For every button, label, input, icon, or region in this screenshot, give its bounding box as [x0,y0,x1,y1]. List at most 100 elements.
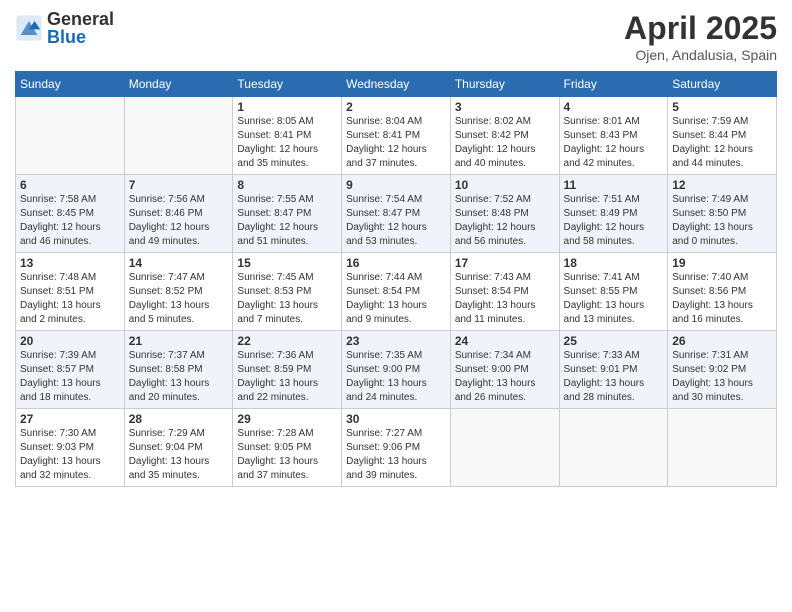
calendar-cell: 10Sunrise: 7:52 AM Sunset: 8:48 PM Dayli… [450,175,559,253]
day-number: 30 [346,412,446,426]
calendar-cell: 28Sunrise: 7:29 AM Sunset: 9:04 PM Dayli… [124,409,233,487]
col-thursday: Thursday [450,72,559,97]
day-info: Sunrise: 7:44 AM Sunset: 8:54 PM Dayligh… [346,271,446,327]
calendar-cell: 3Sunrise: 8:02 AM Sunset: 8:42 PM Daylig… [450,97,559,175]
day-number: 15 [237,256,337,270]
calendar-week-row: 27Sunrise: 7:30 AM Sunset: 9:03 PM Dayli… [16,409,777,487]
day-info: Sunrise: 8:02 AM Sunset: 8:42 PM Dayligh… [455,115,555,171]
day-number: 2 [346,100,446,114]
day-number: 20 [20,334,120,348]
day-info: Sunrise: 7:28 AM Sunset: 9:05 PM Dayligh… [237,427,337,483]
logo-text: General Blue [47,10,114,46]
day-info: Sunrise: 7:31 AM Sunset: 9:02 PM Dayligh… [672,349,772,405]
calendar-cell: 4Sunrise: 8:01 AM Sunset: 8:43 PM Daylig… [559,97,668,175]
calendar-cell [668,409,777,487]
col-wednesday: Wednesday [342,72,451,97]
header-row: Sunday Monday Tuesday Wednesday Thursday… [16,72,777,97]
day-number: 8 [237,178,337,192]
logo-blue-text: Blue [47,28,114,46]
day-info: Sunrise: 7:52 AM Sunset: 8:48 PM Dayligh… [455,193,555,249]
calendar-cell: 11Sunrise: 7:51 AM Sunset: 8:49 PM Dayli… [559,175,668,253]
calendar-cell [16,97,125,175]
col-saturday: Saturday [668,72,777,97]
calendar-cell: 26Sunrise: 7:31 AM Sunset: 9:02 PM Dayli… [668,331,777,409]
month-title: April 2025 [624,10,777,47]
day-number: 14 [129,256,229,270]
calendar-cell: 9Sunrise: 7:54 AM Sunset: 8:47 PM Daylig… [342,175,451,253]
day-info: Sunrise: 7:58 AM Sunset: 8:45 PM Dayligh… [20,193,120,249]
calendar-cell: 8Sunrise: 7:55 AM Sunset: 8:47 PM Daylig… [233,175,342,253]
day-info: Sunrise: 7:59 AM Sunset: 8:44 PM Dayligh… [672,115,772,171]
day-number: 6 [20,178,120,192]
day-number: 4 [564,100,664,114]
day-number: 26 [672,334,772,348]
day-info: Sunrise: 7:29 AM Sunset: 9:04 PM Dayligh… [129,427,229,483]
day-number: 1 [237,100,337,114]
calendar-cell: 30Sunrise: 7:27 AM Sunset: 9:06 PM Dayli… [342,409,451,487]
day-info: Sunrise: 7:35 AM Sunset: 9:00 PM Dayligh… [346,349,446,405]
calendar-cell: 27Sunrise: 7:30 AM Sunset: 9:03 PM Dayli… [16,409,125,487]
day-number: 23 [346,334,446,348]
page-container: General Blue April 2025 Ojen, Andalusia,… [0,0,792,497]
col-monday: Monday [124,72,233,97]
calendar-cell: 21Sunrise: 7:37 AM Sunset: 8:58 PM Dayli… [124,331,233,409]
day-number: 19 [672,256,772,270]
day-number: 22 [237,334,337,348]
calendar-cell: 7Sunrise: 7:56 AM Sunset: 8:46 PM Daylig… [124,175,233,253]
day-info: Sunrise: 7:33 AM Sunset: 9:01 PM Dayligh… [564,349,664,405]
calendar-cell: 20Sunrise: 7:39 AM Sunset: 8:57 PM Dayli… [16,331,125,409]
col-tuesday: Tuesday [233,72,342,97]
title-block: April 2025 Ojen, Andalusia, Spain [624,10,777,63]
calendar-cell: 16Sunrise: 7:44 AM Sunset: 8:54 PM Dayli… [342,253,451,331]
day-number: 25 [564,334,664,348]
calendar-cell: 15Sunrise: 7:45 AM Sunset: 8:53 PM Dayli… [233,253,342,331]
location: Ojen, Andalusia, Spain [624,47,777,63]
calendar-cell [124,97,233,175]
calendar-week-row: 13Sunrise: 7:48 AM Sunset: 8:51 PM Dayli… [16,253,777,331]
day-info: Sunrise: 7:49 AM Sunset: 8:50 PM Dayligh… [672,193,772,249]
col-friday: Friday [559,72,668,97]
day-number: 3 [455,100,555,114]
calendar-cell: 5Sunrise: 7:59 AM Sunset: 8:44 PM Daylig… [668,97,777,175]
day-info: Sunrise: 7:40 AM Sunset: 8:56 PM Dayligh… [672,271,772,327]
col-sunday: Sunday [16,72,125,97]
calendar-week-row: 20Sunrise: 7:39 AM Sunset: 8:57 PM Dayli… [16,331,777,409]
day-info: Sunrise: 8:05 AM Sunset: 8:41 PM Dayligh… [237,115,337,171]
day-number: 28 [129,412,229,426]
day-info: Sunrise: 7:27 AM Sunset: 9:06 PM Dayligh… [346,427,446,483]
day-number: 29 [237,412,337,426]
calendar-cell: 19Sunrise: 7:40 AM Sunset: 8:56 PM Dayli… [668,253,777,331]
day-info: Sunrise: 7:36 AM Sunset: 8:59 PM Dayligh… [237,349,337,405]
day-number: 10 [455,178,555,192]
day-info: Sunrise: 7:54 AM Sunset: 8:47 PM Dayligh… [346,193,446,249]
calendar-cell: 18Sunrise: 7:41 AM Sunset: 8:55 PM Dayli… [559,253,668,331]
calendar-cell: 12Sunrise: 7:49 AM Sunset: 8:50 PM Dayli… [668,175,777,253]
calendar-week-row: 6Sunrise: 7:58 AM Sunset: 8:45 PM Daylig… [16,175,777,253]
day-number: 9 [346,178,446,192]
day-number: 7 [129,178,229,192]
day-info: Sunrise: 7:39 AM Sunset: 8:57 PM Dayligh… [20,349,120,405]
calendar-cell: 13Sunrise: 7:48 AM Sunset: 8:51 PM Dayli… [16,253,125,331]
day-info: Sunrise: 7:45 AM Sunset: 8:53 PM Dayligh… [237,271,337,327]
calendar-week-row: 1Sunrise: 8:05 AM Sunset: 8:41 PM Daylig… [16,97,777,175]
day-number: 21 [129,334,229,348]
day-info: Sunrise: 7:43 AM Sunset: 8:54 PM Dayligh… [455,271,555,327]
logo: General Blue [15,10,114,46]
day-info: Sunrise: 7:37 AM Sunset: 8:58 PM Dayligh… [129,349,229,405]
day-number: 5 [672,100,772,114]
day-info: Sunrise: 8:01 AM Sunset: 8:43 PM Dayligh… [564,115,664,171]
calendar-cell: 2Sunrise: 8:04 AM Sunset: 8:41 PM Daylig… [342,97,451,175]
day-info: Sunrise: 7:30 AM Sunset: 9:03 PM Dayligh… [20,427,120,483]
calendar-cell: 1Sunrise: 8:05 AM Sunset: 8:41 PM Daylig… [233,97,342,175]
calendar: Sunday Monday Tuesday Wednesday Thursday… [15,71,777,487]
logo-icon [15,14,43,42]
calendar-cell: 23Sunrise: 7:35 AM Sunset: 9:00 PM Dayli… [342,331,451,409]
day-number: 13 [20,256,120,270]
calendar-cell: 22Sunrise: 7:36 AM Sunset: 8:59 PM Dayli… [233,331,342,409]
day-info: Sunrise: 7:51 AM Sunset: 8:49 PM Dayligh… [564,193,664,249]
calendar-cell [450,409,559,487]
header: General Blue April 2025 Ojen, Andalusia,… [15,10,777,63]
day-number: 27 [20,412,120,426]
day-info: Sunrise: 7:55 AM Sunset: 8:47 PM Dayligh… [237,193,337,249]
day-info: Sunrise: 7:47 AM Sunset: 8:52 PM Dayligh… [129,271,229,327]
